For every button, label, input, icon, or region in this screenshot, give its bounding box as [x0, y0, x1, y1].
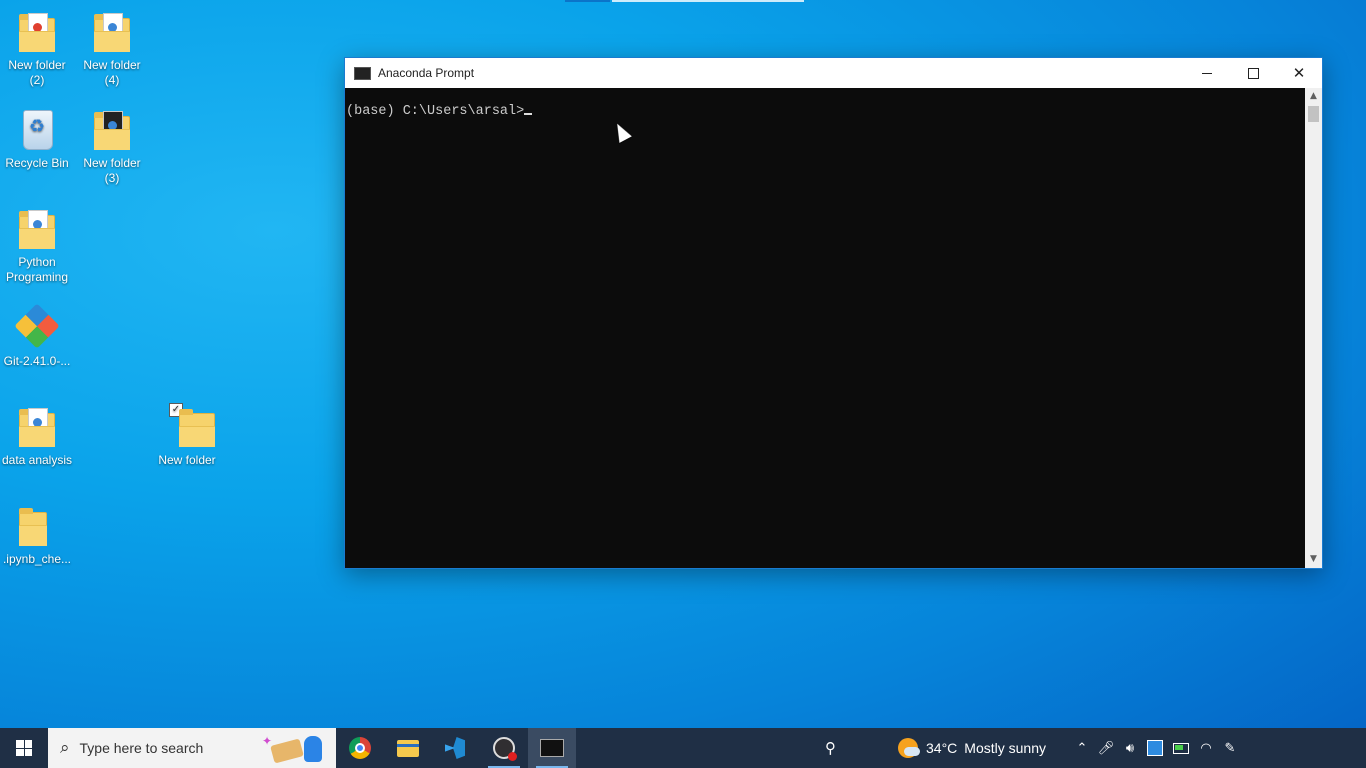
taskbar: ⌕ Type here to search ✦ ⚲ 34°C Mostly su… [0, 728, 1366, 768]
desktop-icon-label: Recycle Bin [5, 156, 69, 170]
obs-icon [493, 737, 517, 761]
scroll-down-icon[interactable]: ▼ [1305, 551, 1322, 568]
system-tray: ⌃ 🎤︎ 🔊︎ ◠ ✎ [1070, 728, 1242, 768]
desktop-icon-label: New folder (2) [8, 58, 66, 87]
weather-sun-icon [898, 738, 920, 758]
anaconda-prompt-icon [540, 739, 564, 757]
desktop-icon-label: New folder [158, 453, 216, 467]
desktop-icon-new-folder-4[interactable]: New folder (4) [76, 10, 148, 88]
security-shield-icon[interactable] [1147, 740, 1163, 756]
top-edge-bar [565, 0, 610, 2]
taskbar-search[interactable]: ⌕ Type here to search ✦ [48, 728, 336, 768]
people-button[interactable]: ⚲ [825, 728, 836, 768]
desktop-icon-new-folder-2[interactable]: New folder (2) [1, 10, 73, 88]
taskbar-chrome[interactable] [336, 728, 384, 768]
folder-icon [17, 504, 57, 548]
show-hidden-icons-chevron-icon[interactable]: ⌃ [1070, 741, 1094, 756]
scroll-up-icon[interactable]: ▲ [1305, 88, 1322, 105]
window-title: Anaconda Prompt [378, 66, 475, 80]
taskbar-file-explorer[interactable] [384, 728, 432, 768]
text-cursor [524, 113, 533, 115]
console-output[interactable]: (base) C:\Users\arsal> [345, 88, 1305, 568]
desktop-icon-git-installer[interactable]: Git-2.41.0-... [1, 303, 73, 369]
desktop-icon-label: Python Programing [5, 255, 69, 284]
folder-icon [17, 207, 57, 251]
desktop-icon-label: New folder (3) [83, 156, 141, 185]
minimize-button[interactable] [1184, 58, 1230, 88]
taskbar-vscode[interactable] [432, 728, 480, 768]
folder-icon [92, 10, 132, 54]
pen-icon[interactable]: ✎ [1218, 741, 1242, 756]
weather-description: Mostly sunny [964, 740, 1046, 756]
chrome-icon [349, 737, 371, 759]
minimize-icon [1202, 72, 1212, 74]
console-icon [354, 66, 371, 80]
folder-icon [17, 405, 57, 449]
desktop-icon-label: Git-2.41.0-... [3, 354, 71, 368]
desktop-icon-label: New folder (4) [83, 58, 141, 87]
vertical-scrollbar[interactable]: ▲ ▼ [1305, 88, 1322, 568]
folder-icon: ✓ [167, 403, 215, 449]
desktop-icon-new-folder-3[interactable]: New folder (3) [76, 108, 148, 186]
maximize-icon [1247, 67, 1259, 79]
close-button[interactable]: ✕ [1276, 58, 1322, 88]
desktop-icon-python-programing[interactable]: Python Programing [1, 207, 73, 285]
git-icon [14, 303, 60, 350]
close-icon: ✕ [1292, 64, 1306, 82]
window-titlebar[interactable]: Anaconda Prompt ✕ [345, 58, 1322, 88]
taskbar-anaconda-prompt[interactable] [528, 728, 576, 768]
desktop-icon-recycle-bin[interactable]: Recycle Bin [1, 108, 73, 171]
volume-icon[interactable]: 🔊︎ [1118, 741, 1142, 756]
people-icon: ⚲ [825, 739, 836, 757]
wifi-icon[interactable]: ◠ [1194, 741, 1218, 756]
maximize-button[interactable] [1230, 58, 1276, 88]
console-prompt: (base) C:\Users\arsal> [346, 104, 525, 119]
vscode-icon [445, 737, 467, 759]
file-explorer-icon [397, 739, 419, 757]
recycle-bin-icon [17, 108, 57, 152]
top-edge-highlight [612, 0, 804, 2]
windows-logo-icon [16, 740, 32, 756]
microphone-icon[interactable]: 🎤︎ [1094, 741, 1118, 756]
search-icon: ⌕ [60, 738, 70, 758]
desktop-icon-label: data analysis [1, 453, 73, 467]
desktop-icon-ipynb-checkpoints[interactable]: .ipynb_che... [1, 504, 73, 567]
search-placeholder: Type here to search [79, 740, 204, 756]
start-button[interactable] [0, 728, 48, 768]
weather-temperature: 34°C [926, 740, 958, 756]
desktop-icon-new-folder[interactable]: ✓ New folder [151, 403, 223, 468]
weather-widget[interactable]: 34°C Mostly sunny [898, 728, 1046, 768]
desktop-icon-data-analysis[interactable]: data analysis [1, 405, 73, 468]
battery-icon[interactable] [1173, 742, 1189, 754]
folder-icon [92, 108, 132, 152]
taskbar-obs[interactable] [480, 728, 528, 768]
desktop-icon-label: .ipynb_che... [2, 552, 72, 566]
anaconda-prompt-window[interactable]: Anaconda Prompt ✕ (base) C:\Users\arsal>… [344, 57, 1323, 569]
folder-icon [17, 10, 57, 54]
search-highlight-illustration-icon[interactable]: ✦ [260, 732, 330, 764]
scroll-thumb[interactable] [1308, 106, 1319, 122]
